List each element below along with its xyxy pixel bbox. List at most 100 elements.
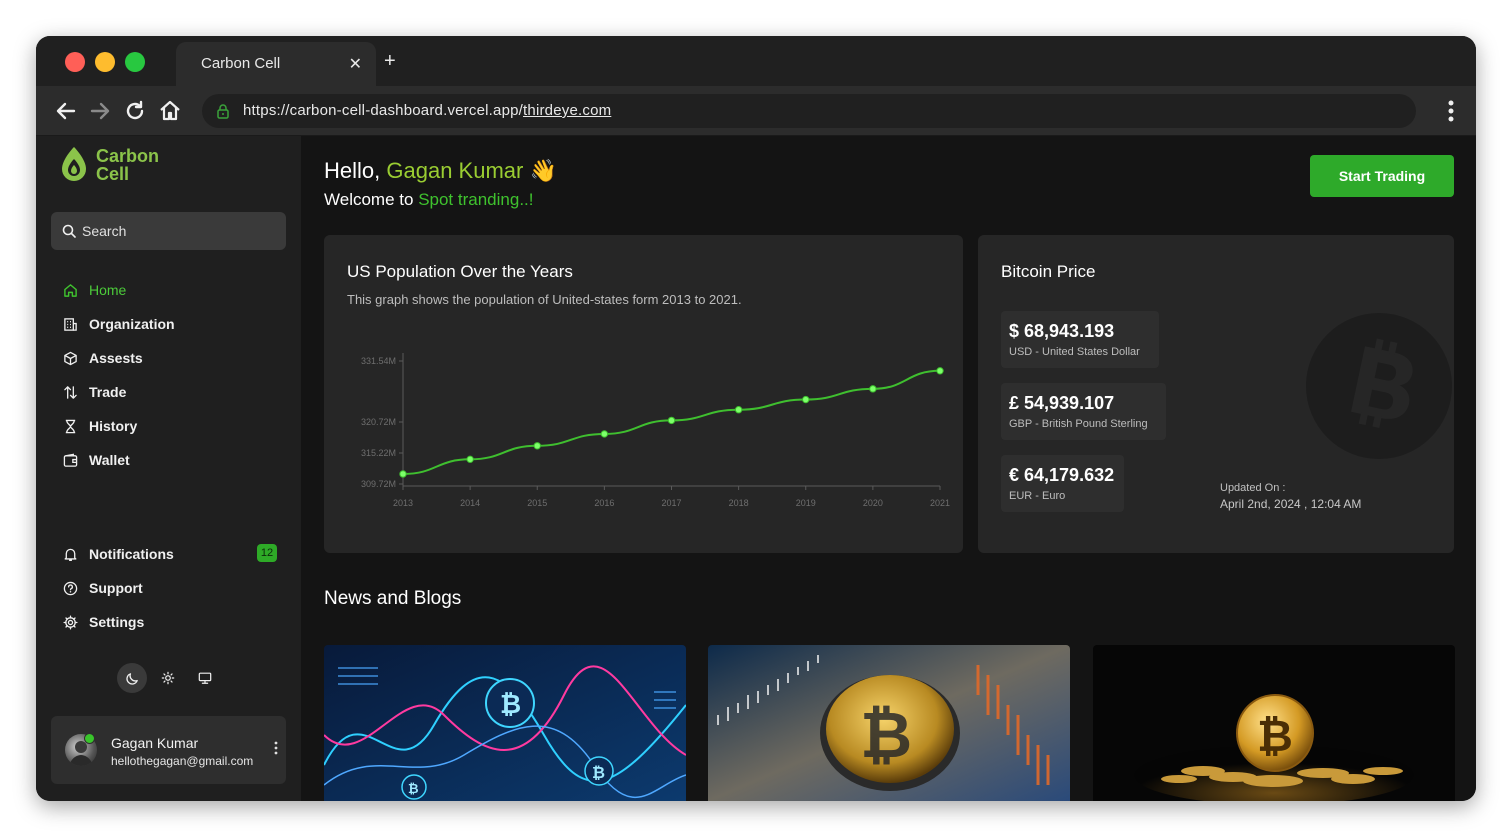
welcome-text: Welcome to Spot tranding..! bbox=[324, 190, 534, 210]
arrows-updown-icon bbox=[62, 384, 78, 400]
bitcoin-coin-market-image: ₿ bbox=[708, 645, 1070, 801]
tab-bar: Carbon Cell ✕ + bbox=[36, 36, 1476, 86]
gbp-price-label: GBP - British Pound Sterling bbox=[1009, 418, 1148, 430]
sidebar-item-settings[interactable]: Settings bbox=[62, 610, 277, 634]
cube-icon bbox=[62, 350, 78, 366]
help-circle-icon bbox=[62, 580, 78, 596]
usd-price-label: USD - United States Dollar bbox=[1009, 346, 1140, 358]
lock-icon bbox=[217, 104, 229, 119]
reload-button[interactable] bbox=[122, 98, 148, 124]
reload-icon bbox=[126, 100, 144, 120]
bitcoin-coin-pile-image: ₿ bbox=[1093, 645, 1455, 801]
moon-icon bbox=[125, 672, 138, 685]
x-tick-label: 2016 bbox=[594, 498, 614, 508]
sidebar-item-organization[interactable]: Organization bbox=[62, 312, 277, 336]
sidebar-item-trade[interactable]: Trade bbox=[62, 380, 277, 404]
system-theme-button[interactable] bbox=[191, 664, 219, 692]
eur-price-value: € 64,179.632 bbox=[1009, 465, 1115, 485]
home-icon bbox=[62, 282, 78, 298]
wave-emoji: 👋 bbox=[529, 158, 557, 183]
welcome-highlight: Spot tranding..! bbox=[418, 190, 534, 209]
svg-text:₿: ₿ bbox=[1257, 711, 1293, 762]
forward-button[interactable] bbox=[87, 98, 113, 124]
tab-title: Carbon Cell bbox=[201, 55, 281, 72]
logo-line-1: Carbon bbox=[96, 146, 159, 166]
logo[interactable]: Carbon Cell bbox=[58, 145, 198, 189]
online-status-dot bbox=[84, 733, 95, 744]
data-point bbox=[802, 395, 810, 404]
sidebar-item-label: Notifications bbox=[89, 546, 174, 562]
hourglass-icon bbox=[62, 418, 78, 434]
news-card-bitcoin-market[interactable]: ₿ bbox=[708, 645, 1070, 801]
greeting: Hello, Gagan Kumar 👋 bbox=[324, 158, 557, 184]
search-placeholder: Search bbox=[82, 223, 127, 239]
population-chart-card: US Population Over the Years This graph … bbox=[324, 235, 963, 553]
sidebar-item-label: Support bbox=[89, 580, 143, 596]
x-tick-label: 2021 bbox=[930, 498, 950, 508]
svg-text:₿: ₿ bbox=[860, 699, 912, 773]
sidebar: Carbon Cell Search Home Organization Ass… bbox=[36, 136, 301, 801]
svg-text:₿: ₿ bbox=[500, 690, 521, 720]
bitcoin-price-card: Bitcoin Price $ 68,943.193 USD - United … bbox=[978, 235, 1454, 553]
wallet-icon bbox=[62, 452, 78, 468]
svg-text:₿: ₿ bbox=[408, 782, 419, 797]
svg-text:₿: ₿ bbox=[592, 763, 605, 782]
user-name: Gagan Kumar bbox=[111, 735, 199, 751]
browser-navbar: https://carbon-cell-dashboard.vercel.app… bbox=[36, 86, 1476, 136]
data-point bbox=[936, 367, 944, 375]
arrow-right-icon bbox=[90, 102, 110, 120]
more-options-icon[interactable] bbox=[274, 741, 278, 755]
usd-price-box: $ 68,943.193 USD - United States Dollar bbox=[1001, 311, 1159, 368]
bell-icon bbox=[62, 546, 78, 562]
back-button[interactable] bbox=[53, 98, 79, 124]
data-point bbox=[466, 455, 474, 464]
sidebar-item-home[interactable]: Home bbox=[62, 278, 277, 302]
light-theme-button[interactable] bbox=[154, 664, 182, 692]
greeting-user-name: Gagan Kumar bbox=[386, 158, 524, 183]
address-bar[interactable]: https://carbon-cell-dashboard.vercel.app… bbox=[202, 94, 1416, 128]
user-email: hellothegagan@gmail.com bbox=[111, 754, 254, 768]
sidebar-item-label: Organization bbox=[89, 316, 175, 332]
sidebar-item-label: Wallet bbox=[89, 452, 130, 468]
x-tick-label: 2014 bbox=[460, 498, 480, 508]
dark-theme-button[interactable] bbox=[117, 663, 147, 693]
greeting-hello: Hello, bbox=[324, 158, 381, 183]
sidebar-item-label: Assests bbox=[89, 350, 143, 366]
data-point bbox=[399, 470, 407, 478]
gbp-price-value: £ 54,939.107 bbox=[1009, 393, 1115, 413]
maximize-window-button[interactable] bbox=[125, 52, 145, 72]
usd-price-value: $ 68,943.193 bbox=[1009, 321, 1115, 341]
search-icon bbox=[62, 224, 76, 238]
minimize-window-button[interactable] bbox=[95, 52, 115, 72]
home-button[interactable] bbox=[157, 98, 183, 124]
new-tab-button[interactable]: + bbox=[384, 50, 396, 72]
start-trading-button[interactable]: Start Trading bbox=[1310, 155, 1454, 197]
sidebar-item-wallet[interactable]: Wallet bbox=[62, 448, 277, 472]
data-point bbox=[869, 385, 877, 393]
browser-menu-icon[interactable] bbox=[1448, 100, 1454, 122]
building-icon bbox=[62, 316, 78, 332]
news-section-title: News and Blogs bbox=[324, 588, 462, 609]
y-tick-label: 320.72M bbox=[361, 417, 396, 427]
carbon-cell-logo-icon bbox=[62, 147, 86, 181]
url-path: thirdeye.com bbox=[523, 102, 612, 119]
sidebar-item-notifications[interactable]: Notifications 12 bbox=[62, 542, 277, 566]
tab-close-icon[interactable]: ✕ bbox=[349, 54, 362, 74]
sidebar-item-label: Trade bbox=[89, 384, 127, 400]
sidebar-item-label: Home bbox=[89, 282, 127, 298]
x-tick-label: 2015 bbox=[527, 498, 547, 508]
search-input[interactable]: Search bbox=[51, 212, 286, 250]
bitcoin-chart-image: ₿ ₿ ₿ bbox=[324, 645, 686, 801]
eur-price-label: EUR - Euro bbox=[1009, 490, 1066, 502]
news-card-bitcoin-pile[interactable]: ₿ bbox=[1093, 645, 1455, 801]
sidebar-item-assests[interactable]: Assests bbox=[62, 346, 277, 370]
x-tick-label: 2017 bbox=[661, 498, 681, 508]
sidebar-item-history[interactable]: History bbox=[62, 414, 277, 438]
gear-icon bbox=[62, 614, 78, 630]
notification-count-badge: 12 bbox=[257, 544, 277, 562]
user-profile-card[interactable]: Gagan Kumar hellothegagan@gmail.com bbox=[51, 716, 286, 784]
browser-tab[interactable]: Carbon Cell ✕ bbox=[176, 42, 376, 86]
close-window-button[interactable] bbox=[65, 52, 85, 72]
news-card-bitcoin-chart[interactable]: ₿ ₿ ₿ bbox=[324, 645, 686, 801]
sidebar-item-support[interactable]: Support bbox=[62, 576, 277, 600]
